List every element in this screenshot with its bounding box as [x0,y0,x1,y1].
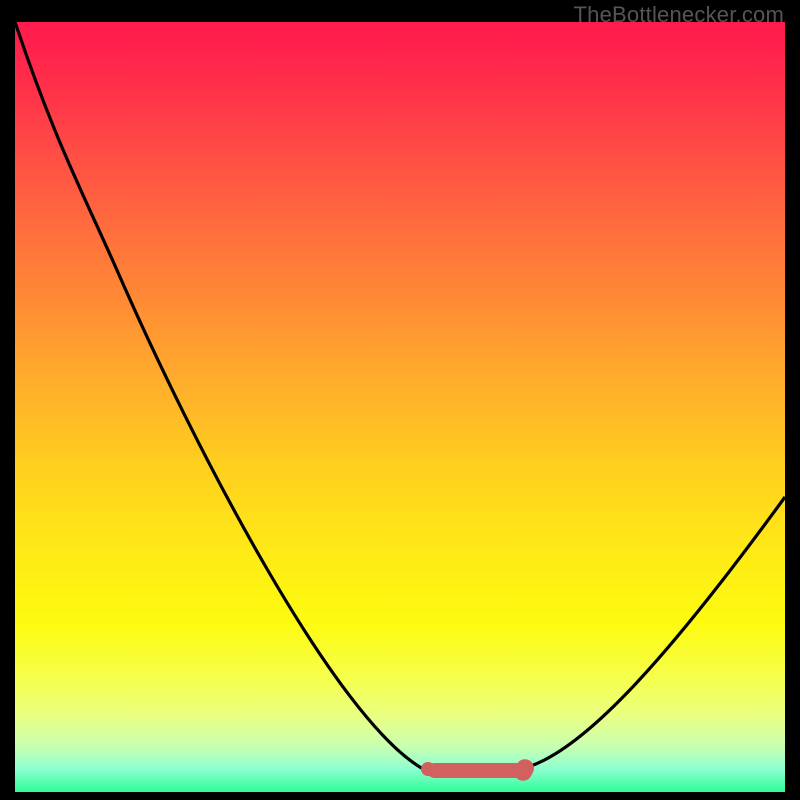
bottleneck-curve [15,22,785,770]
curve-layer [15,22,785,792]
plot-area [15,22,785,792]
optimum-band [427,763,523,778]
chart-root: TheBottlenecker.com [0,0,800,800]
optimum-start-dot [421,762,435,776]
